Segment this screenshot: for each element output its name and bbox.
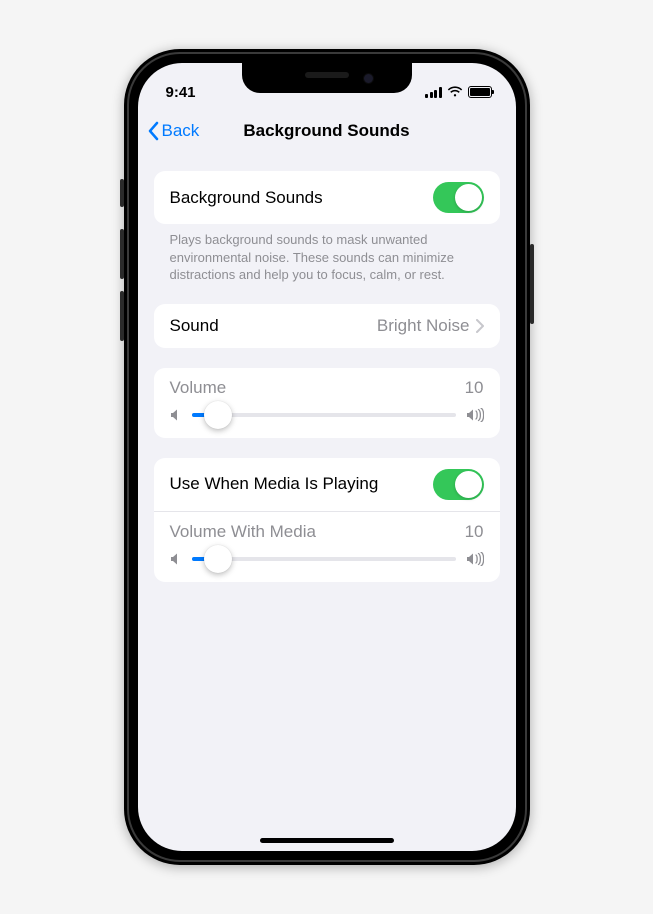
navigation-bar: Back Background Sounds [138,109,516,153]
volume-slider-row: Volume 10 [154,368,500,438]
use-when-media-row: Use When Media Is Playing [154,458,500,511]
battery-icon [468,86,492,98]
mute-switch [120,179,124,207]
sound-row[interactable]: Sound Bright Noise [154,304,500,348]
power-button [530,244,534,324]
volume-with-media-label: Volume With Media [170,522,316,542]
status-icons [425,86,492,98]
use-when-media-label: Use When Media Is Playing [170,474,379,494]
status-time: 9:41 [166,84,196,101]
home-indicator[interactable] [260,838,394,843]
earpiece-speaker [305,72,349,78]
speaker-low-icon [170,552,182,566]
speaker-high-icon [466,408,484,422]
background-sounds-toggle[interactable] [433,182,484,213]
content: Background Sounds Plays background sound… [138,153,516,582]
volume-with-media-slider-thumb[interactable] [204,545,232,573]
front-camera [363,73,374,84]
speaker-high-icon [466,552,484,566]
volume-with-media-slider[interactable] [192,557,456,561]
volume-down-button [120,291,124,341]
volume-with-media-value: 10 [465,522,484,542]
back-button[interactable]: Back [148,121,200,141]
volume-with-media-header: Volume With Media 10 [170,522,484,542]
volume-label: Volume [170,378,227,398]
sound-card: Sound Bright Noise [154,304,500,348]
sound-label: Sound [170,316,219,336]
volume-value: 10 [465,378,484,398]
volume-slider[interactable] [192,413,456,417]
background-sounds-label: Background Sounds [170,188,323,208]
use-when-media-toggle[interactable] [433,469,484,500]
wifi-icon [447,86,463,98]
media-card: Use When Media Is Playing Volume With Me… [154,458,500,582]
chevron-right-icon [476,319,484,333]
background-sounds-description: Plays background sounds to mask unwanted… [154,224,500,284]
volume-slider-thumb[interactable] [204,401,232,429]
volume-header: Volume 10 [170,378,484,398]
chevron-left-icon [148,121,160,141]
sound-value-group: Bright Noise [377,316,484,336]
volume-with-media-row: Volume With Media 10 [154,511,500,582]
background-sounds-card: Background Sounds [154,171,500,224]
back-label: Back [162,121,200,141]
volume-up-button [120,229,124,279]
volume-card: Volume 10 [154,368,500,438]
sound-value: Bright Noise [377,316,470,336]
notch [242,63,412,93]
phone-frame: 9:41 Back Background Sounds [124,49,530,865]
speaker-low-icon [170,408,182,422]
cellular-signal-icon [425,87,442,98]
background-sounds-row: Background Sounds [154,171,500,224]
screen: 9:41 Back Background Sounds [138,63,516,851]
